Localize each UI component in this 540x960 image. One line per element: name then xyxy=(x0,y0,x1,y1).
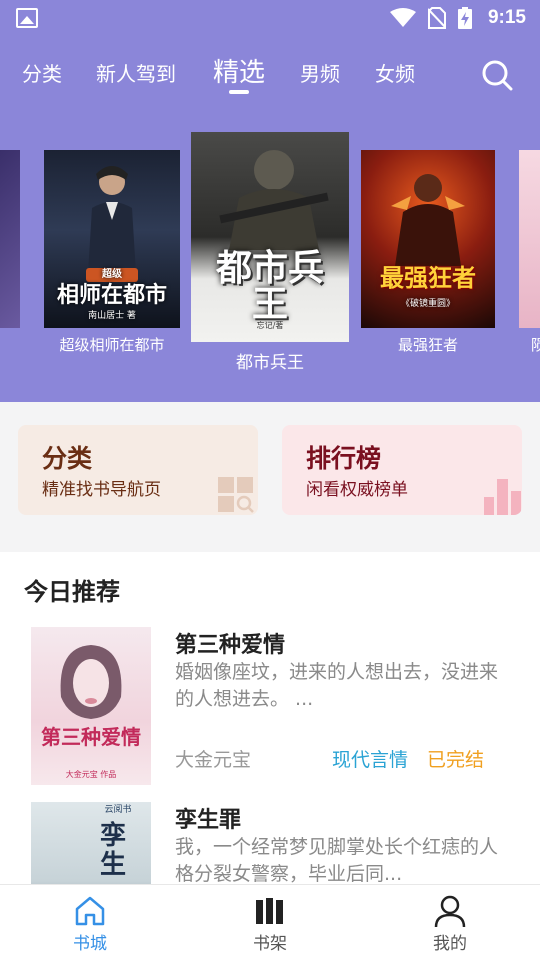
section-title: 今日推荐 xyxy=(24,578,120,606)
cover-portrait-illustration xyxy=(60,645,122,719)
nav-label: 书城 xyxy=(73,934,107,954)
nav-label: 我的 xyxy=(433,934,467,954)
recommend-book-2[interactable]: 云阅书 孪生 孪生罪 我，一个经常梦见脚掌处长个红痣的人格分裂女警察，毕业后同.… xyxy=(0,802,540,884)
tab-male[interactable]: 男频 xyxy=(300,58,340,87)
tab-female[interactable]: 女频 xyxy=(375,58,415,87)
home-icon xyxy=(75,896,105,926)
status-time: 9:15 xyxy=(487,7,526,28)
bar-chart-icon xyxy=(484,479,521,515)
tab-category[interactable]: 分类 xyxy=(22,58,62,87)
ranking-entry-title: 排行榜 xyxy=(306,444,382,473)
carousel-cover-3[interactable]: 最强狂者 《破镜重圆》 xyxy=(361,150,495,328)
cover-art-title: 相师在都市 xyxy=(56,282,167,308)
user-icon xyxy=(434,895,466,928)
carousel-cover-partial-left[interactable] xyxy=(0,150,20,328)
today-recommend-section: 今日推荐 第三种爱情 大金元宝 作品 第三种爱情 婚姻像座坟，进来的人想出去，没… xyxy=(0,552,540,884)
cover-author: 忘记/著 xyxy=(256,321,284,330)
carousel-title-2[interactable]: 都市兵王 xyxy=(191,348,349,373)
cover-soldier-illustration xyxy=(219,150,329,250)
search-icon[interactable] xyxy=(480,58,514,92)
book-title: 孪生罪 xyxy=(175,808,242,833)
nav-bookstore[interactable]: 书城 xyxy=(30,885,150,960)
category-entry-title: 分类 xyxy=(42,444,93,473)
ranking-entry-subtitle: 闲看权威榜单 xyxy=(306,480,408,500)
book-description: 我，一个经常梦见脚掌处长个红痣的人格分裂女警察，毕业后同... xyxy=(175,836,499,884)
cover-author: 《破镜重圆》 xyxy=(400,299,455,309)
carousel-cover-partial-right[interactable] xyxy=(519,150,540,328)
top-tabs: 分类 新人驾到 精选 男频 女频 xyxy=(0,46,540,102)
cover-badge: 云阅书 xyxy=(104,805,132,815)
book-carousel[interactable]: 超级 相师在都市 南山居士 著 超级相师在都市 都市兵王 忘记/著 都市兵王 最… xyxy=(0,128,540,378)
nav-label: 书架 xyxy=(253,934,287,954)
book-cover[interactable]: 第三种爱情 大金元宝 作品 xyxy=(31,627,151,785)
book-author: 大金元宝 xyxy=(175,749,252,771)
nav-bookshelf[interactable]: 书架 xyxy=(210,885,330,960)
carousel-cover-1[interactable]: 超级 相师在都市 南山居士 著 xyxy=(44,150,180,328)
cover-author: 大金元宝 作品 xyxy=(65,770,117,779)
cover-badge: 超级 xyxy=(86,268,138,282)
book-genre-tag: 现代言情 xyxy=(332,749,409,771)
tab-featured[interactable]: 精选 xyxy=(213,52,265,89)
bookshelf-icon xyxy=(256,898,283,924)
wifi-icon xyxy=(389,8,416,27)
book-cover[interactable]: 云阅书 孪生 xyxy=(31,802,151,884)
cover-art-title: 第三种爱情 xyxy=(41,725,141,749)
book-title: 第三种爱情 xyxy=(175,633,286,658)
nav-mine[interactable]: 我的 xyxy=(390,885,510,960)
category-entry-card[interactable]: 分类 精准找书导航页 xyxy=(18,425,258,515)
entry-cards: 分类 精准找书导航页 排行榜 闲看权威榜单 xyxy=(0,402,540,552)
cover-art-title: 孪生 xyxy=(99,821,126,880)
carousel-cover-2[interactable]: 都市兵王 忘记/著 xyxy=(191,132,349,342)
grid-search-icon xyxy=(218,477,254,513)
book-status-tag: 已完结 xyxy=(427,749,485,771)
category-entry-subtitle: 精准找书导航页 xyxy=(42,480,161,500)
cover-figure-illustration xyxy=(88,166,136,274)
recommend-book-1[interactable]: 第三种爱情 大金元宝 作品 第三种爱情 婚姻像座坟，进来的人想出去，没进来的人想… xyxy=(0,627,540,797)
cover-art-title: 最强狂者 xyxy=(380,263,476,292)
status-bar: 9:15 xyxy=(0,0,540,36)
tab-active-indicator xyxy=(229,90,249,94)
no-sim-icon xyxy=(427,7,446,29)
cover-warrior-illustration xyxy=(391,174,465,266)
carousel-title-1[interactable]: 超级相师在都市 xyxy=(44,334,180,355)
ranking-entry-card[interactable]: 排行榜 闲看权威榜单 xyxy=(282,425,522,515)
cover-art-title: 都市兵王 xyxy=(215,247,324,325)
bottom-nav: 书城 书架 我的 xyxy=(0,884,540,960)
carousel-title-3[interactable]: 最强狂者 xyxy=(361,334,495,355)
carousel-title-4[interactable]: 陨 xyxy=(531,334,540,355)
battery-charging-icon xyxy=(457,7,472,29)
cover-author: 南山居士 著 xyxy=(88,311,136,321)
book-description: 婚姻像座坟，进来的人想出去，没进来的人想进去。 ... xyxy=(175,661,499,710)
gallery-icon xyxy=(16,8,38,28)
tab-newcomers[interactable]: 新人驾到 xyxy=(96,58,176,87)
